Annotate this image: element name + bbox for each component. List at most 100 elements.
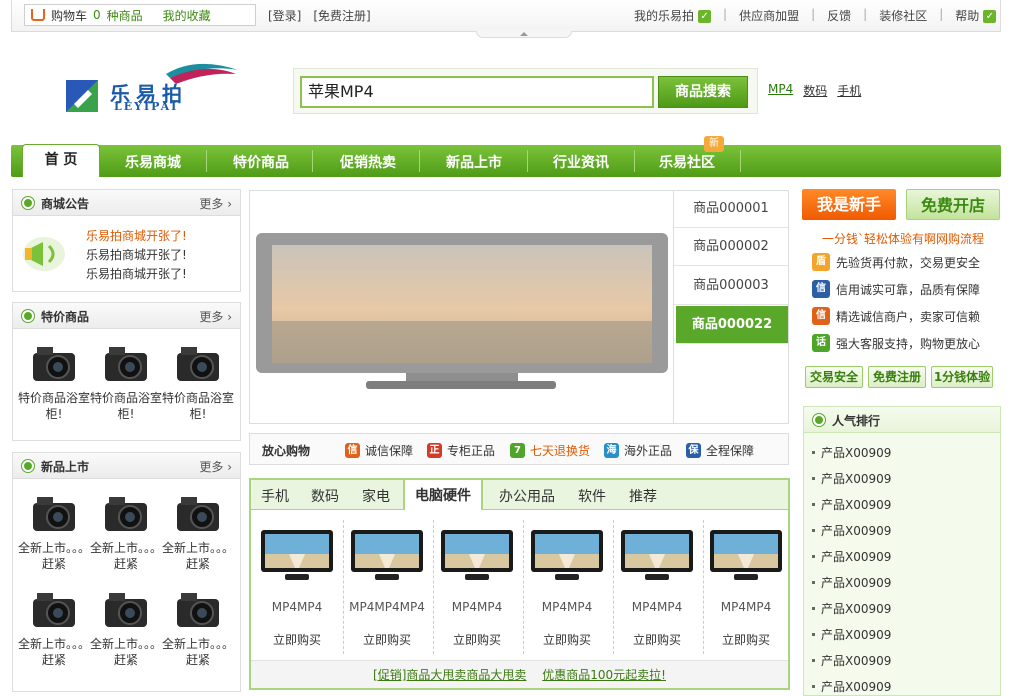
buy-now-link[interactable]: 立即购买 <box>524 631 610 648</box>
product-name[interactable]: MP4MP4 <box>254 600 340 614</box>
tab-recommend[interactable]: 推荐 <box>629 486 657 506</box>
credit-icon: 信 <box>345 443 360 458</box>
hot-word-link[interactable]: 数码 <box>803 82 827 99</box>
banner-item[interactable]: 商品000002 <box>674 228 788 266</box>
rank-item[interactable]: 产品X00909 <box>812 678 891 695</box>
product-card[interactable]: 全新上市。。。赶紧 <box>18 587 90 668</box>
auth-links: [登录] [免费注册] <box>268 7 371 24</box>
product-card[interactable]: 特价商品浴室柜! <box>90 341 162 422</box>
help-link[interactable]: 帮助 ✓ <box>955 7 997 24</box>
notice-more-link[interactable]: 更多 › <box>199 195 232 212</box>
nav-special[interactable]: 特价商品 <box>233 152 289 172</box>
info-text: 先验货再付款，交易更安全 <box>836 255 981 270</box>
special-more-link[interactable]: 更多 › <box>199 308 232 325</box>
banner-item-active[interactable]: 商品000022 <box>676 306 788 344</box>
notice-item[interactable]: 乐易拍商城开张了! <box>86 246 187 263</box>
rank-item[interactable]: 产品X00909 <box>812 652 891 669</box>
nav-new[interactable]: 新品上市 <box>446 152 502 172</box>
notice-item[interactable]: 乐易拍商城开张了! <box>86 227 187 244</box>
info-line: 信精选诚信商户，卖家可信赖 <box>812 307 980 325</box>
product-card[interactable]: 全新上市。。。赶紧 <box>18 491 90 572</box>
trust-item[interactable]: 正专柜正品 <box>427 442 495 459</box>
product-card[interactable]: 特价商品浴室柜! <box>162 341 234 422</box>
product-name[interactable]: MP4MP4MP4 <box>344 600 430 614</box>
ranking-header: 人气排行 <box>804 407 1000 433</box>
camera-icon <box>105 497 147 531</box>
rank-item[interactable]: 产品X00909 <box>812 496 891 513</box>
product-name[interactable]: MP4MP4 <box>703 600 789 614</box>
tab-appliance[interactable]: 家电 <box>362 486 390 506</box>
buy-now-link[interactable]: 立即购买 <box>344 631 430 648</box>
special-header: 特价商品 更多 › <box>13 303 240 329</box>
product-name[interactable]: MP4MP4 <box>434 600 520 614</box>
tab-software[interactable]: 软件 <box>578 486 606 506</box>
camera-icon <box>33 347 75 381</box>
product-name: 全新上市。。。赶紧 <box>89 541 162 571</box>
rank-item[interactable]: 产品X00909 <box>812 470 891 487</box>
open-shop-button[interactable]: 免费开店 <box>906 189 1000 220</box>
banner-item[interactable]: 商品000003 <box>674 267 788 305</box>
trust-label: 放心购物 <box>262 444 311 458</box>
rank-item[interactable]: 产品X00909 <box>812 600 891 617</box>
trust-item[interactable]: 保全程保障 <box>686 442 754 459</box>
buy-now-link[interactable]: 立即购买 <box>254 631 340 648</box>
secure-trade-button[interactable]: 交易安全 <box>805 366 863 388</box>
hot-word-link[interactable]: 手机 <box>837 82 861 99</box>
rank-item[interactable]: 产品X00909 <box>812 522 891 539</box>
rank-item[interactable]: 产品X00909 <box>812 548 891 565</box>
trust-item[interactable]: 信诚信保障 <box>345 442 413 459</box>
product-card[interactable]: 全新上市。。。赶紧 <box>89 491 162 572</box>
promo-link[interactable]: 优惠商品100元起卖拉! <box>542 668 666 682</box>
nav-mall[interactable]: 乐易商城 <box>125 152 181 172</box>
one-cent-trial-button[interactable]: 1分钱体验 <box>931 366 993 388</box>
newbie-button[interactable]: 我是新手 <box>802 189 896 220</box>
product-card[interactable]: 全新上市。。。赶紧 <box>90 587 162 668</box>
supplier-link[interactable]: 供应商加盟 <box>739 7 799 24</box>
notice-box: 商城公告 更多 › 乐易拍商城开张了! 乐易拍商城开张了! 乐易拍商城开张了! <box>12 189 241 292</box>
tab-digital[interactable]: 数码 <box>311 486 339 506</box>
cart-box[interactable]: 购物车 0 种商品 我的收藏 <box>24 4 256 26</box>
rank-item[interactable]: 产品X00909 <box>812 444 891 461</box>
product-card[interactable]: 全新上市。。。赶紧 <box>162 587 234 668</box>
rank-item[interactable]: 产品X00909 <box>812 626 891 643</box>
rank-item[interactable]: 产品X00909 <box>812 574 891 591</box>
buy-now-link[interactable]: 立即购买 <box>703 631 789 648</box>
feedback-link[interactable]: 反馈 <box>827 7 851 24</box>
hot-word-link[interactable]: MP4 <box>768 82 793 99</box>
product-name[interactable]: MP4MP4 <box>524 600 610 614</box>
search-button[interactable]: 商品搜索 <box>658 76 748 108</box>
tab-computer-hardware[interactable]: 电脑硬件 <box>403 478 483 510</box>
trust-item[interactable]: 海海外正品 <box>604 442 672 459</box>
tab-phone[interactable]: 手机 <box>261 486 289 506</box>
notice-item[interactable]: 乐易拍商城开张了! <box>86 265 187 282</box>
site-logo[interactable]: 乐易拍 LEYIPAI <box>66 60 242 116</box>
collapse-tab[interactable] <box>476 31 572 38</box>
buy-now-link[interactable]: 立即购买 <box>434 631 520 648</box>
login-link[interactable]: [登录] <box>268 7 301 24</box>
tab-office[interactable]: 办公用品 <box>499 486 555 506</box>
divider <box>634 150 635 172</box>
free-register-button[interactable]: 免费注册 <box>868 366 926 388</box>
trust-item[interactable]: 7 七天退换货 <box>510 442 590 459</box>
my-account-label: 我的乐易拍 <box>634 9 695 23</box>
info-title[interactable]: 一分钱`轻松体验有啊网购流程 <box>822 230 984 247</box>
new-arrival-more-link[interactable]: 更多 › <box>199 458 232 475</box>
favorites-link[interactable]: 我的收藏 <box>163 7 211 24</box>
promo-link[interactable]: [促销]商品大甩卖商品大甩卖 <box>373 668 526 682</box>
nav-news[interactable]: 行业资讯 <box>553 152 609 172</box>
product-card[interactable]: 特价商品浴室柜! <box>18 341 90 422</box>
product-card[interactable]: 全新上市。。。赶紧 <box>162 491 234 572</box>
bullet-icon <box>22 460 34 472</box>
banner-item[interactable]: 商品000001 <box>674 190 788 228</box>
nav-promotion[interactable]: 促销热卖 <box>340 152 396 172</box>
register-link[interactable]: [免费注册] <box>313 7 370 24</box>
nav-home[interactable]: 首 页 <box>22 144 100 177</box>
my-account-link[interactable]: 我的乐易拍 ✓ <box>634 7 712 24</box>
product-name[interactable]: MP4MP4 <box>614 600 700 614</box>
info-text: 强大客服支持，购物更放心 <box>836 336 981 351</box>
community-link[interactable]: 装修社区 <box>879 7 927 24</box>
buy-now-link[interactable]: 立即购买 <box>614 631 700 648</box>
nav-community[interactable]: 乐易社区 <box>659 152 715 172</box>
search-input[interactable]: 苹果MP4 <box>300 76 654 108</box>
cart-label: 购物车 <box>51 8 88 23</box>
